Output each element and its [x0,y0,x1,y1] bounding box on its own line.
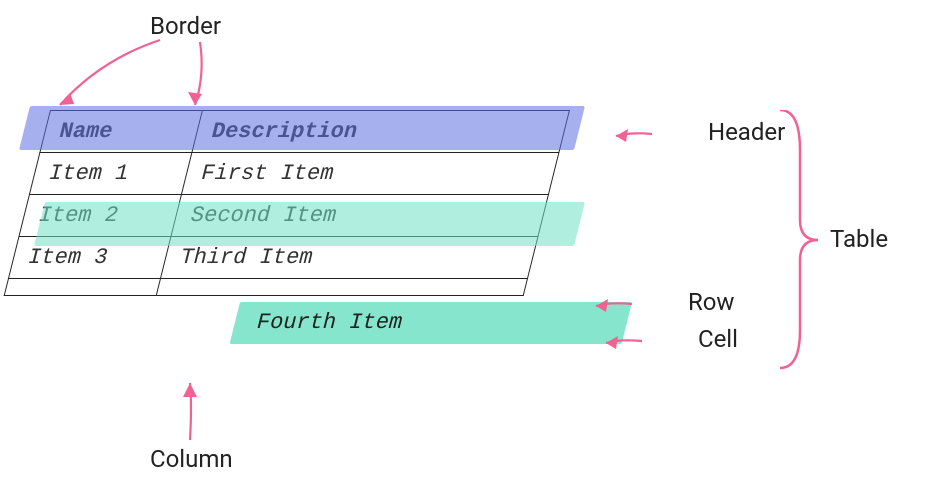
arrow-column [150,375,230,445]
cell-description [156,279,527,296]
label-row: Row [640,288,734,316]
table-row: Item 1 First Item [29,153,558,195]
arrow-row [590,294,632,316]
label-cell: Cell [650,325,738,353]
arrow-border-right [150,20,270,120]
example-table: Name Description Item 1 First Item Item … [4,110,570,296]
arrow-header [610,124,652,146]
diagram-stage: Border Name Description Item 1 First Ite… [0,0,927,503]
cell-name: Item 2 [19,195,182,237]
header-name: Name [40,111,203,153]
cell-description: Third Item [161,237,538,279]
table-row [4,279,527,296]
cell-name [4,279,160,296]
cell-description: First Item [182,153,559,195]
label-header: Header [660,118,785,146]
table-row: Item 3 Third Item [8,237,537,279]
brace-table [770,110,820,370]
lifted-cell: Fourth Item [230,302,632,344]
header-row: Name Description [40,111,569,153]
label-column: Column [150,445,233,473]
cell-description: Second Item [171,195,548,237]
table-anatomy: Name Description Item 1 First Item Item … [4,110,570,296]
cell-name: Item 1 [29,153,192,195]
table-row: Item 2 Second Item [19,195,548,237]
arrow-cell [600,331,642,353]
cell-name: Item 3 [8,237,171,279]
label-cell-text: Cell [698,325,738,353]
label-row-text: Row [688,288,735,316]
label-table: Table [830,225,888,253]
header-description: Description [192,111,569,153]
